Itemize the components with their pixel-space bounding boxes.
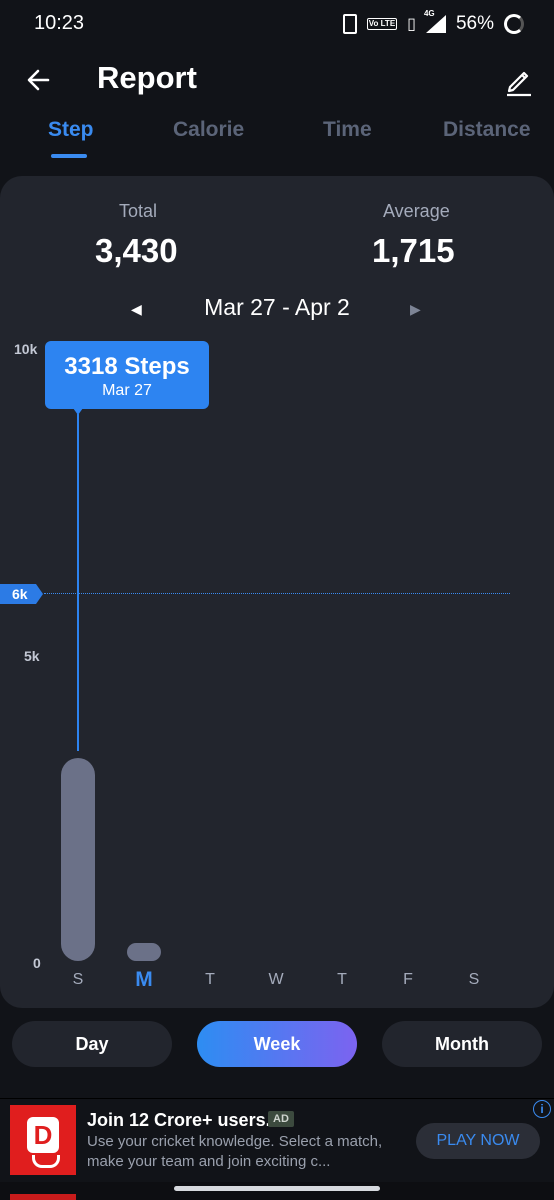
next-ad-strip	[0, 1182, 554, 1200]
vibrate-icon: ▯	[407, 16, 416, 33]
average-label: Average	[383, 201, 450, 221]
day-label-3: W	[268, 971, 284, 988]
tooltip-pointer	[73, 408, 83, 415]
ad-description[interactable]: Use your cricket knowledge. Select a mat…	[87, 1132, 407, 1172]
ad-logo-letter: D	[27, 1117, 59, 1153]
tab-time[interactable]: Time	[323, 118, 372, 142]
app-bar: Report	[0, 52, 554, 108]
tooltip-date: Mar 27	[102, 382, 152, 399]
tab-calorie[interactable]: Calorie	[173, 118, 244, 142]
home-indicator[interactable]	[174, 1186, 380, 1191]
y-tick-5k: 5k	[24, 648, 40, 664]
page-title: Report	[97, 60, 197, 95]
ad-banner[interactable]: D Join 12 Crore+ users. AD Use your cric…	[0, 1098, 554, 1183]
goal-marker: 6k	[0, 584, 43, 604]
bar-tooltip: 3318 Steps Mar 27	[45, 341, 209, 409]
day-label-4: T	[337, 971, 347, 988]
back-arrow-icon[interactable]	[22, 62, 58, 98]
day-button[interactable]: Day	[12, 1021, 172, 1067]
goal-line	[44, 593, 510, 594]
day-label-2: T	[205, 971, 215, 988]
date-range: Mar 27 - Apr 2	[204, 294, 350, 320]
day-label-1: M	[135, 968, 153, 991]
average-value: 1,715	[372, 232, 455, 269]
day-label-5: F	[403, 971, 413, 988]
y-tick-10k: 10k	[14, 341, 38, 357]
edit-pencil-icon[interactable]	[500, 62, 536, 98]
day-label-0: S	[72, 971, 84, 988]
day-label-6: S	[468, 971, 480, 988]
total-label: Total	[119, 201, 158, 221]
week-button[interactable]: Week	[197, 1021, 357, 1067]
ad-title[interactable]: Join 12 Crore+ users.	[87, 1110, 271, 1131]
next-week-icon[interactable]: ▶	[410, 301, 421, 318]
active-tab-indicator	[51, 154, 87, 158]
play-now-button[interactable]: PLAY NOW	[416, 1123, 540, 1159]
tab-distance[interactable]: Distance	[443, 118, 531, 142]
trophy-icon	[32, 1155, 60, 1168]
status-time: 10:23	[34, 12, 85, 34]
month-button[interactable]: Month	[382, 1021, 542, 1067]
battery-percent: 56%	[455, 13, 494, 34]
previous-week-icon[interactable]: ◀	[131, 301, 142, 318]
phone-icon	[342, 14, 357, 34]
selection-line	[77, 414, 79, 751]
signal-icon: 4G	[424, 9, 446, 33]
status-icons: Vo LTE ▯ 4G 56%	[342, 9, 524, 38]
bar-0[interactable]	[61, 757, 95, 961]
tab-step[interactable]: Step	[48, 118, 94, 142]
tooltip-steps: 3318 Steps	[64, 353, 190, 380]
status-bar: 10:23 Vo LTE ▯ 4G 56%	[0, 0, 554, 48]
y-tick-0: 0	[33, 955, 41, 971]
next-ad-logo	[10, 1194, 76, 1200]
ad-logo[interactable]: D	[10, 1105, 76, 1175]
network-type-label: 4G	[423, 9, 435, 18]
bar-1[interactable]	[127, 943, 161, 961]
total-value: 3,430	[95, 232, 178, 269]
volte-icon: Vo LTE	[366, 18, 398, 30]
battery-icon	[504, 14, 524, 34]
ad-badge: AD	[268, 1111, 294, 1127]
ad-info-icon[interactable]: i	[533, 1100, 551, 1118]
metric-tabs: Step Calorie Time Distance	[0, 112, 554, 160]
